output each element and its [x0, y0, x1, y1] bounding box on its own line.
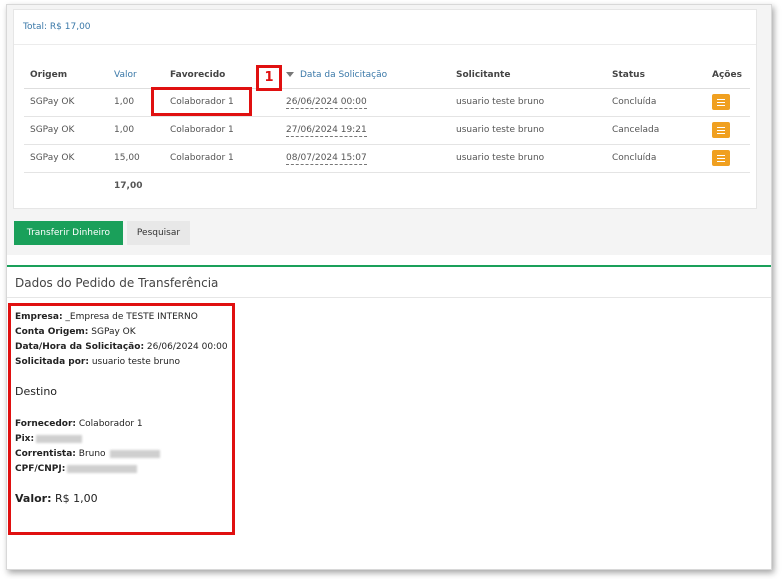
col-valor[interactable]: Valor — [108, 62, 164, 89]
table-sum-row: 17,00 — [24, 172, 750, 200]
cell-origem: SGPay OK — [24, 88, 108, 117]
col-data-label: Data da Solicitação — [300, 69, 388, 80]
cell-favorecido: Colaborador 1 — [164, 144, 280, 173]
table-row: SGPay OK 1,00 Colaborador 1 26/06/2024 0… — [24, 88, 750, 117]
section-accent-line — [7, 265, 771, 267]
transfer-list-card: Total: R$ 17,00 Origem Valor Favorecido … — [13, 9, 757, 209]
annotation-highlight-favorecido — [151, 87, 252, 116]
cell-status: Cancelada — [606, 116, 706, 145]
cell-solicitante: usuario teste bruno — [450, 144, 606, 173]
annotation-highlight-details — [8, 303, 235, 535]
divider — [7, 297, 771, 298]
cell-solicitante: usuario teste bruno — [450, 116, 606, 145]
details-title: Dados do Pedido de Transferência — [15, 276, 219, 290]
col-acoes: Ações — [706, 62, 750, 89]
date-tooltip-trigger[interactable]: 27/06/2024 19:21 — [286, 125, 367, 137]
row-actions-button[interactable] — [712, 122, 730, 138]
cell-valor: 1,00 — [108, 116, 164, 145]
cell-acoes — [706, 144, 750, 173]
cell-favorecido: Colaborador 1 — [164, 116, 280, 145]
cell-data: 26/06/2024 00:00 — [280, 88, 450, 117]
table-row: SGPay OK 1,00 Colaborador 1 27/06/2024 1… — [24, 116, 750, 145]
search-button[interactable]: Pesquisar — [127, 221, 190, 245]
divider — [14, 44, 756, 45]
screenshot-frame: Total: R$ 17,00 Origem Valor Favorecido … — [6, 4, 772, 570]
cell-status: Concluída — [606, 144, 706, 173]
cell-acoes — [706, 88, 750, 117]
row-actions-button[interactable] — [712, 94, 730, 110]
cell-origem: SGPay OK — [24, 116, 108, 145]
cell-status: Concluída — [606, 88, 706, 117]
cell-origem: SGPay OK — [24, 144, 108, 173]
sort-desc-icon — [286, 71, 294, 77]
col-solicitante: Solicitante — [450, 62, 606, 89]
sum-spacer — [24, 172, 108, 200]
cell-valor: 15,00 — [108, 144, 164, 173]
date-tooltip-trigger[interactable]: 08/07/2024 15:07 — [286, 153, 367, 165]
row-actions-button[interactable] — [712, 150, 730, 166]
cell-data: 08/07/2024 15:07 — [280, 144, 450, 173]
transfer-money-button[interactable]: Transferir Dinheiro — [14, 221, 123, 245]
sum-valor: 17,00 — [114, 181, 143, 192]
transfer-table: Origem Valor Favorecido Data da Solicita… — [24, 62, 750, 200]
annotation-number: 1 — [256, 65, 282, 91]
sum-spacer-end — [164, 172, 750, 200]
cell-solicitante: usuario teste bruno — [450, 88, 606, 117]
table-header-row: Origem Valor Favorecido Data da Solicita… — [24, 62, 750, 89]
date-tooltip-trigger[interactable]: 26/06/2024 00:00 — [286, 97, 367, 109]
total-summary: Total: R$ 17,00 — [23, 22, 91, 32]
cell-data: 27/06/2024 19:21 — [280, 116, 450, 145]
table-row: SGPay OK 15,00 Colaborador 1 08/07/2024 … — [24, 144, 750, 173]
col-origem: Origem — [24, 62, 108, 89]
cell-acoes — [706, 116, 750, 145]
col-data[interactable]: Data da Solicitação — [280, 62, 450, 89]
col-status: Status — [606, 62, 706, 89]
